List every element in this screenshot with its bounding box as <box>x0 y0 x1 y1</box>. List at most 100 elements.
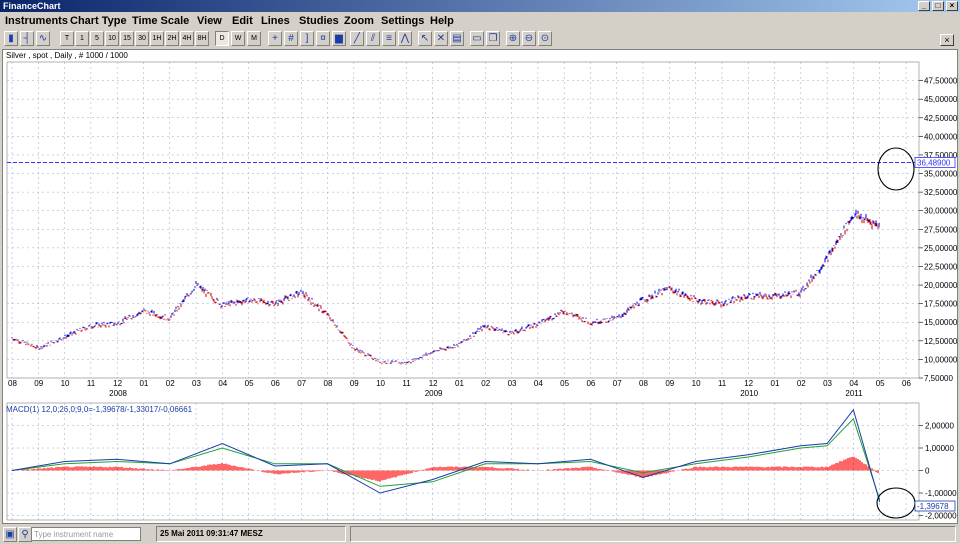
macd-y-tick-label: 2,00000 <box>925 422 954 431</box>
menu-zoom[interactable]: Zoom <box>344 12 374 30</box>
price-y-tick-label: 47,50000 <box>924 77 957 86</box>
x-tick-label: 02 <box>481 379 490 388</box>
price-panel-label: Silver , spot , Daily , # 1000 / 1000 <box>6 51 128 60</box>
price-y-tick-label: 32,50000 <box>924 188 957 197</box>
print-icon[interactable]: ▭ <box>470 31 484 46</box>
timeframe-4h[interactable]: 4H <box>180 31 194 46</box>
price-y-tick-label: 30,00000 <box>924 207 957 216</box>
x-year-label: 2008 <box>109 389 127 398</box>
macd-y-tick-label: -1,00000 <box>925 489 957 498</box>
zoom-reset-icon[interactable]: ⊙ <box>538 31 552 46</box>
menu-instruments[interactable]: Instruments <box>5 12 68 30</box>
status-bar: ▣ ⚲ 25 Mai 2011 09:31:47 MESZ <box>0 524 960 544</box>
macd-y-tick-label: -2,00000 <box>925 512 957 521</box>
menu-bar: Instruments Chart Type Time Scale View E… <box>0 12 960 30</box>
grid-icon[interactable]: # <box>284 31 298 46</box>
x-tick-label: 01 <box>771 379 780 388</box>
menu-settings[interactable]: Settings <box>381 12 424 30</box>
price-y-tick-label: 25,00000 <box>924 244 957 253</box>
menu-lines[interactable]: Lines <box>261 12 290 30</box>
chart-svg[interactable]: Silver , spot , Daily , # 1000 / 1000 47… <box>3 50 957 523</box>
x-tick-label: 11 <box>718 379 727 388</box>
timeframe-w[interactable]: W <box>231 31 245 46</box>
price-panel-frame <box>6 61 920 379</box>
line-chart-icon[interactable]: ∿ <box>36 31 50 46</box>
copy-icon[interactable]: ❐ <box>486 31 500 46</box>
menu-edit[interactable]: Edit <box>232 12 253 30</box>
maximize-button[interactable]: □ <box>932 1 944 11</box>
zoom-in-icon[interactable]: ⊕ <box>506 31 520 46</box>
price-y-tick-label: 22,50000 <box>924 262 957 271</box>
price-y-tick-label: 7,50000 <box>924 374 953 383</box>
x-tick-label: 06 <box>586 379 595 388</box>
x-tick-label: 05 <box>245 379 254 388</box>
menu-studies[interactable]: Studies <box>299 12 339 30</box>
crosshair-icon[interactable]: + <box>268 31 282 46</box>
trendline-icon[interactable]: ╱ <box>350 31 364 46</box>
timeframe-d[interactable]: D <box>215 31 229 46</box>
timeframe-1h[interactable]: 1H <box>150 31 164 46</box>
fan-icon[interactable]: ⋀ <box>398 31 412 46</box>
x-tick-label: 08 <box>324 379 333 388</box>
x-tick-label: 07 <box>613 379 622 388</box>
x-tick-label: 01 <box>455 379 464 388</box>
x-tick-label: 06 <box>271 379 280 388</box>
timeframe-m[interactable]: M <box>247 31 261 46</box>
timeframe-t[interactable]: T <box>60 31 74 46</box>
zoom-out-icon[interactable]: ⊖ <box>522 31 536 46</box>
close-button[interactable]: × <box>946 1 958 11</box>
timeframe-1[interactable]: 1 <box>75 31 89 46</box>
x-year-label: 2011 <box>845 389 863 398</box>
x-tick-label: 04 <box>534 379 543 388</box>
timeframe-8h[interactable]: 8H <box>195 31 209 46</box>
x-tick-label: 01 <box>139 379 148 388</box>
price-y-axis: 47,5000045,0000042,5000040,0000037,50000… <box>919 77 957 383</box>
x-tick-label: 07 <box>297 379 306 388</box>
bar-chart-icon[interactable]: ┤ <box>20 31 34 46</box>
menu-view[interactable]: View <box>197 12 222 30</box>
menu-time-scale[interactable]: Time Scale <box>132 12 189 30</box>
timeframe-30[interactable]: 30 <box>135 31 149 46</box>
x-tick-label: 10 <box>61 379 70 388</box>
chart-area[interactable]: Silver , spot , Daily , # 1000 / 1000 47… <box>2 49 958 524</box>
x-tick-label: 03 <box>192 379 201 388</box>
x-tick-label: 10 <box>692 379 701 388</box>
timeframe-2h[interactable]: 2H <box>165 31 179 46</box>
price-y-tick-label: 12,50000 <box>924 337 957 346</box>
macd-y-tick-label: 0 <box>925 467 930 476</box>
x-tick-label: 11 <box>87 379 96 388</box>
timeframe-15[interactable]: 15 <box>120 31 134 46</box>
x-tick-label: 02 <box>166 379 175 388</box>
candlestick-icon[interactable]: ▮ <box>4 31 18 46</box>
price-y-tick-label: 35,00000 <box>924 170 957 179</box>
price-y-tick-label: 17,50000 <box>924 300 957 309</box>
x-tick-label: 08 <box>8 379 17 388</box>
x-tick-label: 08 <box>639 379 648 388</box>
price-scale-icon[interactable]: ¤ <box>316 31 330 46</box>
x-tick-label: 06 <box>902 379 911 388</box>
volume-icon[interactable]: ▆ <box>332 31 346 46</box>
minimize-button[interactable]: _ <box>918 1 930 11</box>
title-bar: FinanceChart _ □ × <box>0 0 960 12</box>
channel-icon[interactable]: ⫽ <box>366 31 380 46</box>
cursor-icon[interactable]: ↖ <box>418 31 432 46</box>
x-year-label: 2010 <box>740 389 758 398</box>
x-tick-label: 12 <box>744 379 753 388</box>
properties-icon[interactable]: ▤ <box>450 31 464 46</box>
instrument-list-icon[interactable]: ▣ <box>3 527 17 542</box>
menu-chart-type[interactable]: Chart Type <box>70 12 127 30</box>
timeframe-5[interactable]: 5 <box>90 31 104 46</box>
bracket-icon[interactable]: ] <box>300 31 314 46</box>
menu-help[interactable]: Help <box>430 12 454 30</box>
instrument-search-input[interactable] <box>31 527 141 541</box>
search-icon[interactable]: ⚲ <box>18 527 32 542</box>
x-axis: 08 09 10 11 12 01 02 03 04 05 06 07 08 09 10 11 12 01 02 03… <box>8 379 911 398</box>
status-datetime: 25 Mai 2011 09:31:47 MESZ <box>156 526 346 542</box>
x-tick-label: 10 <box>376 379 385 388</box>
x-tick-label: 11 <box>402 379 411 388</box>
delete-drawing-icon[interactable]: ✕ <box>434 31 448 46</box>
timeframe-10[interactable]: 10 <box>105 31 119 46</box>
x-tick-label: 04 <box>218 379 227 388</box>
fibonacci-icon[interactable]: ≡ <box>382 31 396 46</box>
status-panel <box>350 526 956 542</box>
